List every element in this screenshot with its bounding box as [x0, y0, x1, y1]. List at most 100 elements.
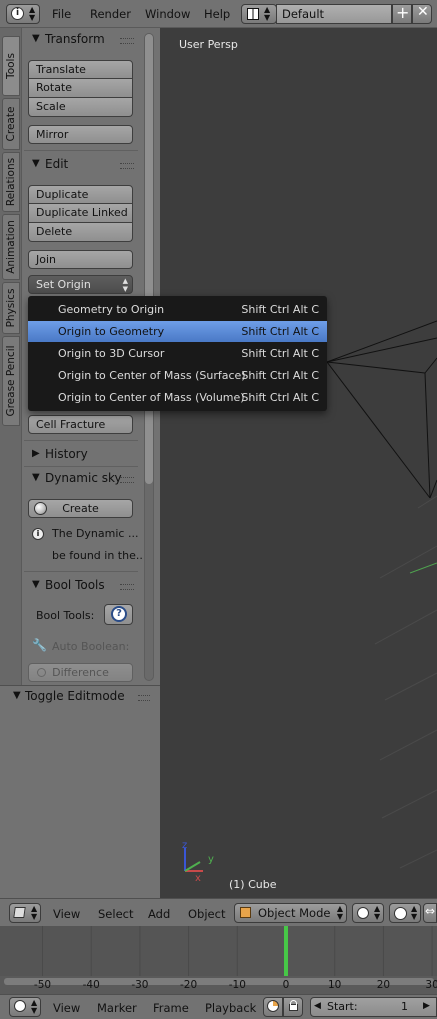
panel-divider [24, 466, 138, 467]
updown-arrows-icon: ▲ ▼ [31, 904, 38, 921]
screen-layout-name-field[interactable]: Default [276, 4, 392, 24]
timeline-scrollbar[interactable] [4, 978, 434, 985]
bool-tools-panel-title: Bool Tools [45, 578, 105, 592]
menu-window[interactable]: Window [145, 7, 190, 21]
viewport-shading-selector[interactable]: ▲ ▼ [352, 903, 384, 923]
difference-icon [37, 668, 46, 677]
menu-select[interactable]: Select [98, 907, 133, 921]
expanded-triangle-icon: ▼ [13, 690, 21, 701]
drag-grip-icon[interactable] [120, 163, 134, 169]
set-origin-menu: Geometry to Origin Shift Ctrl Alt C Orig… [28, 296, 327, 411]
y-axis-line [409, 562, 437, 574]
duplicate-linked-button[interactable]: Duplicate Linked [28, 204, 133, 223]
create-sky-button[interactable]: Create [28, 499, 133, 518]
auto-keying-button[interactable] [263, 997, 283, 1017]
pivot-icon [394, 907, 407, 920]
menu-item-shortcut: Shift Ctrl Alt C [241, 303, 319, 316]
menu-item-origin-to-center-of-mass-surface[interactable]: Origin to Center of Mass (Surface) Shift… [28, 365, 327, 386]
editor-type-selector[interactable]: ▲ ▼ [9, 997, 41, 1017]
tab-physics[interactable]: Physics [2, 282, 20, 334]
info-icon: i [11, 7, 24, 20]
tab-grease-pencil[interactable]: Grease Pencil [2, 336, 20, 426]
history-panel-header[interactable]: ▶ History [24, 444, 140, 466]
lock-button[interactable] [283, 997, 303, 1017]
cube-icon [240, 907, 251, 918]
dynamic-sky-panel-title: Dynamic sky [45, 471, 122, 485]
menu-item-label: Origin to 3D Cursor [58, 347, 165, 360]
add-screen-button[interactable]: + [392, 3, 412, 24]
delete-button[interactable]: Delete [28, 223, 133, 242]
menu-view[interactable]: View [53, 1001, 80, 1015]
camera-wireframe [326, 320, 437, 499]
transform-panel-header[interactable]: ▼ Transform [24, 29, 140, 51]
menu-item-origin-to-3d-cursor[interactable]: Origin to 3D Cursor Shift Ctrl Alt C [28, 343, 327, 364]
menu-file[interactable]: File [52, 7, 71, 21]
rotate-button[interactable]: Rotate [28, 79, 133, 98]
mirror-button[interactable]: Mirror [28, 125, 133, 144]
decrement-arrow-icon: ◀ [314, 1001, 321, 1011]
menu-item-label: Origin to Geometry [58, 325, 165, 338]
menu-item-label: Origin to Center of Mass (Volume) [58, 391, 245, 404]
difference-button[interactable]: Difference [28, 663, 133, 682]
timeline-area[interactable]: -50 -40 -30 -20 -10 0 10 20 30 [0, 926, 437, 994]
dynamic-sky-panel-header[interactable]: ▼ Dynamic sky [24, 468, 140, 490]
drag-grip-icon[interactable] [120, 38, 134, 44]
drag-grip-icon[interactable] [138, 695, 150, 701]
drag-grip-icon[interactable] [120, 477, 134, 483]
cell-fracture-button[interactable]: Cell Fracture [28, 415, 133, 434]
editor-type-selector[interactable]: ▲ ▼ [9, 903, 41, 923]
difference-label: Difference [52, 666, 109, 679]
menu-item-origin-to-geometry[interactable]: Origin to Geometry Shift Ctrl Alt C [28, 321, 327, 342]
menu-playback[interactable]: Playback [205, 1001, 256, 1015]
expanded-triangle-icon: ▼ [32, 158, 40, 169]
tab-relations[interactable]: Relations [2, 152, 20, 212]
edit-panel-header[interactable]: ▼ Edit [24, 154, 140, 176]
menu-marker[interactable]: Marker [97, 1001, 137, 1015]
collapsed-triangle-icon: ▶ [32, 448, 40, 459]
active-object-label: (1) Cube [229, 878, 277, 891]
bool-tools-panel-header[interactable]: ▼ Bool Tools [24, 575, 140, 597]
timeline-tick-label: -50 [34, 979, 51, 991]
start-frame-field[interactable]: ◀ Start: 1 ▶ [310, 997, 437, 1017]
close-icon: ✕ [417, 4, 429, 20]
scale-button[interactable]: Scale [28, 98, 133, 117]
tool-shelf-scroll-thumb[interactable] [145, 34, 153, 484]
menu-object[interactable]: Object [188, 907, 225, 921]
join-button[interactable]: Join [28, 250, 133, 269]
dynamic-sky-info-line2: be found in the... [52, 549, 147, 562]
current-frame-cursor[interactable] [284, 926, 288, 976]
menu-item-shortcut: Shift Ctrl Alt C [241, 391, 319, 404]
menu-item-origin-to-center-of-mass-volume[interactable]: Origin to Center of Mass (Volume) Shift … [28, 387, 327, 408]
menu-item-label: Geometry to Origin [58, 303, 165, 316]
tab-animation-label: Animation [5, 220, 17, 274]
mode-selector[interactable]: Object Mode ▲ ▼ [234, 903, 347, 923]
create-sky-label: Create [62, 502, 99, 515]
menu-frame[interactable]: Frame [153, 1001, 189, 1015]
menu-add[interactable]: Add [148, 907, 170, 921]
axis-x-label: x [195, 873, 201, 884]
menu-item-geometry-to-origin[interactable]: Geometry to Origin Shift Ctrl Alt C [28, 299, 327, 320]
duplicate-button[interactable]: Duplicate [28, 185, 133, 204]
editor-type-selector[interactable]: i ▲ ▼ [6, 4, 40, 24]
timeline-header: ▲ ▼ View Marker Frame Playback ◀ Start: 1… [0, 994, 437, 1019]
menu-view[interactable]: View [53, 907, 80, 921]
panel-divider [24, 440, 138, 441]
timeline-tick-label: 20 [377, 979, 390, 991]
plus-icon: + [396, 3, 410, 22]
info-icon: i [32, 528, 44, 540]
bool-tools-help-button[interactable]: ? [104, 604, 133, 625]
manipulator-toggle[interactable]: ⇔ [423, 903, 437, 923]
menu-help[interactable]: Help [204, 7, 230, 21]
translate-button[interactable]: Translate [28, 60, 133, 79]
screen-layout-selector[interactable]: ▲ ▼ [241, 4, 277, 24]
delete-screen-button[interactable]: ✕ [412, 4, 432, 24]
drag-grip-icon[interactable] [120, 584, 134, 590]
tab-tools[interactable]: Tools [2, 36, 20, 96]
tab-animation[interactable]: Animation [2, 214, 20, 280]
pivot-point-selector[interactable]: ▲ ▼ [389, 903, 421, 923]
set-origin-dropdown[interactable]: Set Origin ▲ ▼ [28, 275, 133, 294]
question-icon: ? [111, 606, 127, 622]
menu-render[interactable]: Render [90, 7, 131, 21]
tab-create[interactable]: Create [2, 98, 20, 150]
3d-viewport[interactable]: User Persp z y x (1) Cube [160, 28, 437, 898]
